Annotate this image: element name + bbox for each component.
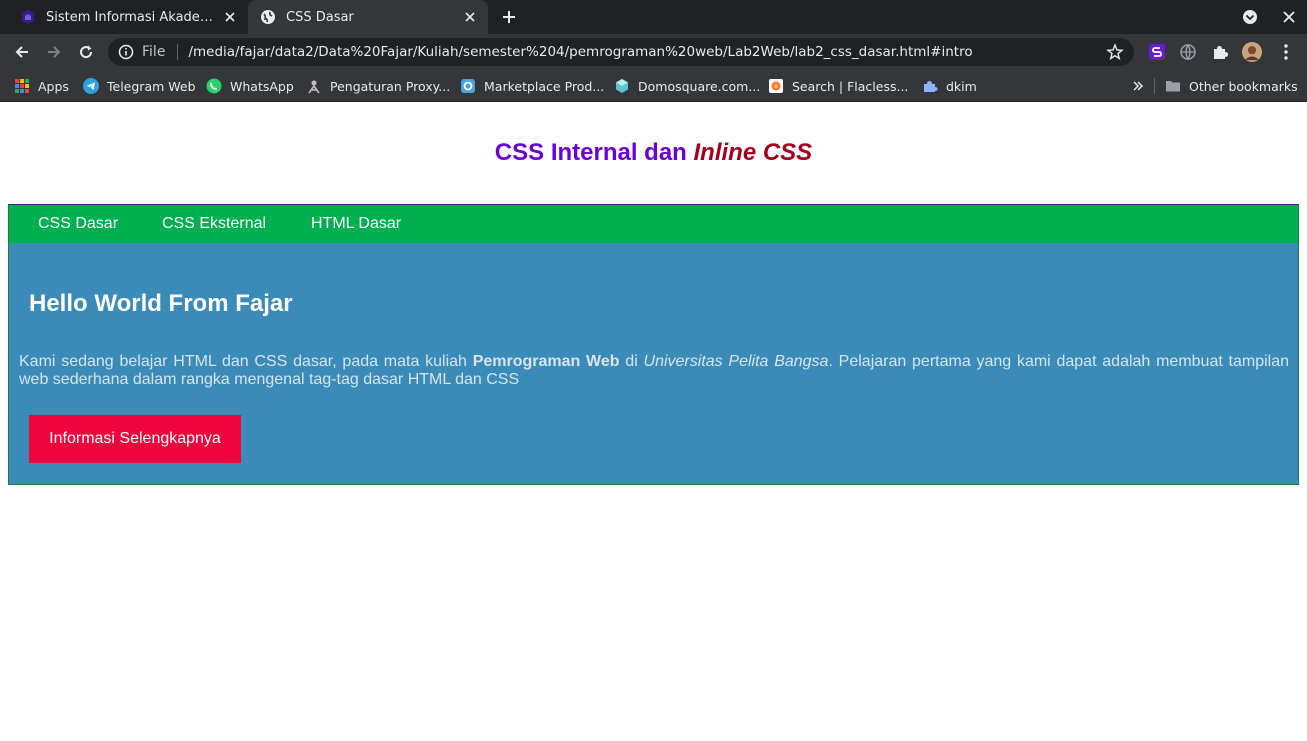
flacless-icon (768, 78, 784, 94)
bookmark-domosquare[interactable]: Domosquare.com... (614, 76, 760, 96)
other-bookmarks[interactable]: Other bookmarks (1165, 76, 1298, 96)
new-tab-button[interactable] (497, 5, 521, 29)
info-icon[interactable] (118, 44, 134, 60)
top-navbar: CSS Dasar CSS Eksternal HTML Dasar (8, 204, 1299, 244)
bookmark-label: Telegram Web (107, 78, 196, 94)
scheme-label: File (142, 44, 166, 60)
tab-search-icon[interactable] (1238, 5, 1262, 29)
intro-paragraph: Kami sedang belajar HTML dan CSS dasar, … (19, 353, 1289, 389)
marketplace-icon (460, 78, 476, 94)
tab-sistem-informasi-akademik[interactable]: Sistem Informasi Akademik (8, 0, 248, 34)
bookmark-label: Search | Flacless... (792, 78, 909, 94)
bookmark-label: Apps (38, 78, 69, 94)
extension-globe-icon[interactable] (1178, 42, 1198, 62)
apps-grid-icon (14, 78, 30, 94)
bookmarks-bar: Apps Telegram Web WhatsApp Pengaturan Pr… (0, 70, 1307, 102)
bookmark-marketplace-prod[interactable]: Marketplace Prod... (460, 76, 604, 96)
more-info-button[interactable]: Informasi Selengkapnya (29, 415, 241, 463)
tab-title: CSS Dasar (286, 9, 354, 25)
intro-text: Kami sedang belajar HTML dan CSS dasar, … (19, 353, 473, 370)
web-page: CSS Internal dan Inline CSS CSS Dasar CS… (0, 103, 1307, 741)
intro-text: di (619, 353, 644, 370)
puzzle-icon (922, 78, 938, 94)
browser-toolbar: File /media/fajar/data2/Data%20Fajar/Kul… (0, 34, 1307, 70)
intro-heading: Hello World From Fajar (29, 290, 293, 317)
close-icon[interactable] (462, 9, 478, 25)
bookmark-label: WhatsApp (230, 78, 294, 94)
divider (1154, 78, 1155, 94)
nav-link-html-dasar[interactable]: HTML Dasar (311, 215, 401, 233)
bookmark-telegram-web[interactable]: Telegram Web (83, 76, 196, 96)
globe-icon (260, 9, 276, 25)
page-title-italic: Inline CSS (693, 139, 813, 166)
nav-link-css-eksternal[interactable]: CSS Eksternal (162, 215, 266, 233)
close-window-icon[interactable] (1277, 5, 1301, 29)
bookmark-pengaturan-proxy[interactable]: Pengaturan Proxy... (306, 76, 450, 96)
profile-avatar[interactable] (1242, 42, 1262, 62)
bookmark-label: Pengaturan Proxy... (330, 78, 451, 94)
page-title-plain: CSS Internal dan (494, 139, 694, 166)
telegram-icon (83, 78, 99, 94)
domosquare-icon (614, 78, 630, 94)
bookmark-whatsapp[interactable]: WhatsApp (206, 76, 294, 96)
bookmark-dkim[interactable]: dkim (922, 76, 977, 96)
close-icon[interactable] (222, 9, 238, 25)
bookmark-label: Marketplace Prod... (484, 78, 605, 94)
address-bar[interactable]: File /media/fajar/data2/Data%20Fajar/Kul… (108, 38, 1134, 66)
page-title: CSS Internal dan Inline CSS (0, 139, 1307, 167)
folder-icon (1165, 78, 1181, 94)
back-button[interactable] (10, 40, 34, 64)
url-text[interactable]: /media/fajar/data2/Data%20Fajar/Kuliah/s… (188, 44, 1106, 60)
whatsapp-icon (206, 78, 222, 94)
bookmark-label: Other bookmarks (1189, 78, 1298, 94)
reload-button[interactable] (74, 40, 98, 64)
bookmark-label: Domosquare.com... (638, 78, 761, 94)
more-bookmarks-chevron-icon[interactable] (1132, 76, 1144, 96)
bookmark-apps[interactable]: Apps (14, 76, 69, 96)
menu-kebab-icon[interactable] (1276, 42, 1296, 62)
divider (177, 44, 179, 60)
extension-stylus-icon[interactable] (1147, 42, 1167, 62)
extensions-puzzle-icon[interactable] (1210, 42, 1230, 62)
tab-title: Sistem Informasi Akademik (46, 9, 222, 25)
academic-icon (20, 9, 36, 25)
bookmark-star-icon[interactable] (1106, 43, 1124, 61)
tab-css-dasar[interactable]: CSS Dasar (248, 0, 488, 34)
course-name: Pemrograman Web (472, 353, 620, 370)
forward-button[interactable] (42, 40, 66, 64)
bookmark-label: dkim (946, 78, 977, 94)
proxy-icon (306, 78, 322, 94)
nav-link-css-dasar[interactable]: CSS Dasar (38, 215, 118, 233)
bookmark-search-flacless[interactable]: Search | Flacless... (768, 76, 908, 96)
intro-section: Hello World From Fajar Kami sedang belaj… (8, 243, 1299, 485)
university-name: Universitas Pelita Bangsa (643, 353, 829, 370)
tab-strip: Sistem Informasi Akademik CSS Dasar (0, 0, 1307, 34)
